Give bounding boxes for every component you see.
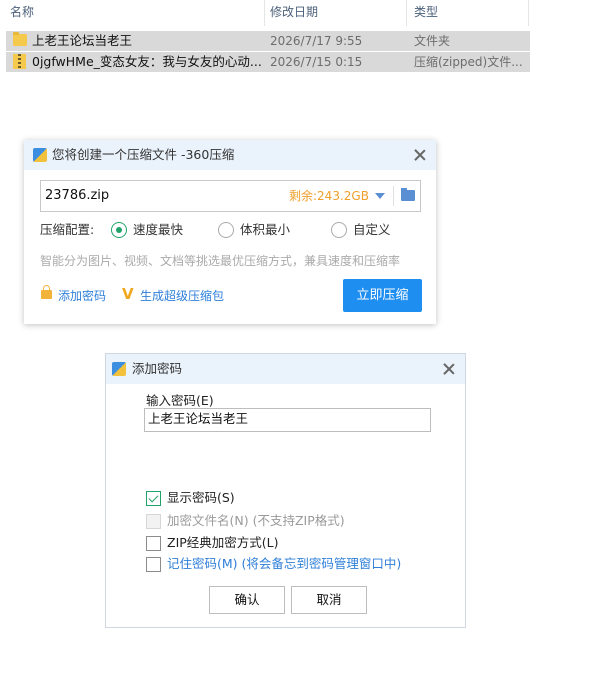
- radio-circle[interactable]: [331, 222, 347, 238]
- v-badge-icon: V: [122, 285, 134, 303]
- checkbox-label: 显示密码(S): [167, 490, 235, 505]
- field-divider: [393, 186, 394, 206]
- radio-label: 自定义: [353, 222, 391, 237]
- compress-dialog-title: 您将创建一个压缩文件 -360压缩: [52, 147, 235, 162]
- checkbox-box[interactable]: [146, 491, 161, 506]
- archive-path-field[interactable]: 23786.zip 剩余:243.2GB: [40, 180, 421, 212]
- column-divider[interactable]: [264, 0, 265, 26]
- super-archive-label[interactable]: 生成超级压缩包: [140, 288, 224, 304]
- zip-archive-icon: [13, 54, 26, 69]
- checkbox-label: 加密文件名(N) (不支持ZIP格式): [167, 513, 345, 528]
- close-icon[interactable]: [414, 149, 426, 161]
- free-space-label: 剩余:243.2GB: [289, 189, 369, 203]
- close-icon[interactable]: [443, 363, 455, 375]
- file-type: 压缩(zipped)文件...: [414, 55, 523, 69]
- browse-folder-icon[interactable]: [401, 188, 415, 201]
- column-header-type[interactable]: 类型: [414, 0, 438, 26]
- compression-hint: 智能分为图片、视频、文档等挑选最优压缩方式，兼具速度和压缩率: [40, 254, 401, 268]
- checkbox-box: [146, 514, 161, 529]
- compress-dialog-titlebar[interactable]: 您将创建一个压缩文件 -360压缩: [24, 140, 436, 170]
- password-dialog-title: 添加密码: [132, 361, 183, 376]
- cancel-button[interactable]: 取消: [291, 586, 367, 614]
- password-value[interactable]: 上老王论坛当老王: [148, 409, 248, 429]
- file-date: 2026/7/15 0:15: [270, 55, 363, 69]
- file-list-header: 名称 修改日期 类型: [0, 0, 530, 26]
- column-header-name[interactable]: 名称: [10, 0, 34, 26]
- checkbox-label: ZIP经典加密方式(L): [167, 535, 279, 550]
- file-row-folder[interactable]: 上老王论坛当老王 2026/7/17 9:55 文件夹: [6, 31, 530, 51]
- 360zip-app-icon: [112, 362, 126, 376]
- radio-label: 速度最快: [133, 222, 184, 237]
- checkbox-box[interactable]: [146, 536, 161, 551]
- checkbox-label: 记住密码(M) (将会备忘到密码管理窗口中): [167, 556, 402, 571]
- radio-label: 体积最小: [240, 222, 291, 237]
- compress-dialog: 您将创建一个压缩文件 -360压缩 23786.zip 剩余:243.2GB 压…: [24, 140, 436, 324]
- column-header-date[interactable]: 修改日期: [270, 0, 318, 26]
- radio-circle[interactable]: [111, 222, 127, 238]
- lock-icon: [41, 285, 52, 299]
- add-password-label[interactable]: 添加密码: [58, 288, 106, 304]
- file-name: 上老王论坛当老王: [32, 33, 133, 48]
- password-input[interactable]: 上老王论坛当老王: [144, 408, 431, 432]
- password-dialog: 添加密码 输入密码(E) 上老王论坛当老王 显示密码(S) 加密文件名(N) (…: [105, 353, 466, 628]
- folder-icon: [13, 32, 27, 46]
- radio-circle[interactable]: [218, 222, 234, 238]
- checkbox-box[interactable]: [146, 557, 161, 572]
- ok-button[interactable]: 确认: [209, 586, 285, 614]
- password-dialog-titlebar[interactable]: 添加密码: [106, 354, 465, 384]
- file-name: 0jgfwHMe_变态女友：我与女友的心动...: [32, 54, 262, 69]
- file-row-zip[interactable]: 0jgfwHMe_变态女友：我与女友的心动... 2026/7/15 0:15 …: [6, 52, 530, 72]
- config-label: 压缩配置:: [40, 222, 95, 237]
- file-type: 文件夹: [414, 34, 451, 48]
- column-divider[interactable]: [406, 0, 407, 26]
- column-divider[interactable]: [528, 0, 529, 26]
- password-input-label: 输入密码(E): [146, 393, 214, 408]
- chevron-down-icon[interactable]: [375, 193, 385, 199]
- file-date: 2026/7/17 9:55: [270, 34, 363, 48]
- compress-now-button[interactable]: 立即压缩: [343, 279, 422, 312]
- 360zip-app-icon: [33, 148, 47, 162]
- archive-filename[interactable]: 23786.zip: [45, 181, 109, 211]
